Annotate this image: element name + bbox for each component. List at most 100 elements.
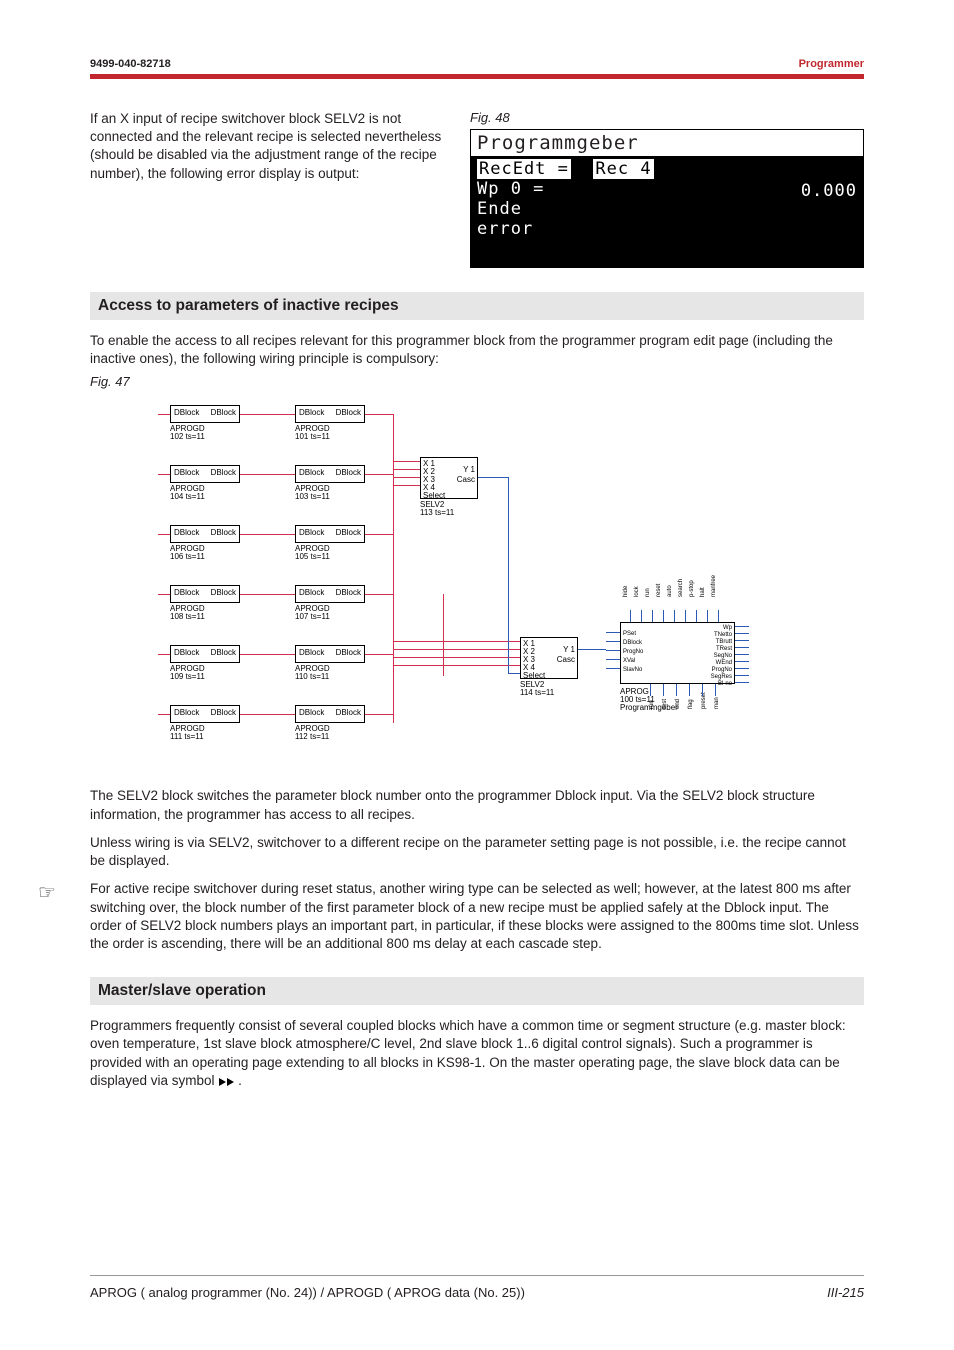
aprogd-block: DBlockDBlock: [170, 585, 240, 603]
aprogd-block: DBlockDBlock: [170, 645, 240, 663]
sec1-after2: Unless wiring is via SELV2, switchover t…: [90, 834, 864, 870]
wire: [606, 659, 620, 660]
wire: [508, 477, 509, 673]
wire: [393, 485, 420, 486]
doc-id: 9499-040-82718: [90, 58, 171, 70]
wire: [365, 534, 393, 535]
device-display: Programmgeber RecEdt = Rec 4 Wp 0 = 0.00…: [470, 129, 864, 268]
wire: [696, 610, 697, 622]
wire: [365, 594, 393, 595]
wire: [735, 654, 749, 655]
wire: [715, 684, 716, 696]
wire: [685, 610, 686, 622]
wire: [158, 714, 170, 715]
wire: [240, 594, 295, 595]
aprog-label: APROG100 ts=11Programmgeber: [620, 688, 678, 712]
play-icon-2: [227, 1078, 234, 1086]
section-heading-2: Master/slave operation: [90, 977, 864, 1005]
wire: [718, 610, 719, 622]
sec2-para-text: Programmers frequently consist of severa…: [90, 1018, 846, 1088]
selv2-block-1: X 1X 2X 3X 4SelectY 1Casc: [420, 457, 478, 499]
wire: [240, 534, 295, 535]
device-value: 0.000: [801, 181, 857, 201]
wire: [641, 610, 642, 622]
aprogd-block: DBlockDBlock: [295, 705, 365, 723]
block-label: APROGD111 ts=11: [170, 725, 205, 741]
wire: [393, 477, 420, 478]
wire: [663, 684, 664, 696]
wire: [365, 654, 393, 655]
aprog-block: PSetDBlockProgNoXValSlavNoWpTNettoTBrutt…: [620, 622, 735, 684]
sec1-intro-para: To enable the access to all recipes rele…: [90, 332, 864, 368]
wire: [393, 469, 420, 470]
wire: [365, 414, 393, 415]
block-label: APROGD112 ts=11: [295, 725, 330, 741]
wire: [735, 682, 749, 683]
wire: [393, 641, 520, 642]
device-sel-right: Rec 4: [593, 159, 653, 179]
aprogd-block: DBlockDBlock: [295, 525, 365, 543]
aprogd-block: DBlockDBlock: [295, 465, 365, 483]
wire: [158, 534, 170, 535]
device-title: Programmgeber: [471, 130, 863, 157]
block-label: APROGD106 ts=11: [170, 545, 205, 561]
wiring-diagram: DBlockDBlock DBlockDBlock APROGD102 ts=11 A…: [150, 397, 790, 777]
footer-page: III-215: [827, 1285, 864, 1300]
wire: [158, 414, 170, 415]
fig47-caption: Fig. 47: [90, 374, 142, 389]
wire: [650, 684, 651, 696]
wire: [240, 414, 295, 415]
wire: [365, 474, 393, 475]
play-icon: [219, 1078, 226, 1086]
header-rule: [90, 74, 864, 79]
device-body: RecEdt = Rec 4 Wp 0 = 0.000 Ende error: [471, 157, 863, 267]
device-line3: Ende: [477, 199, 857, 219]
block-label: APROGD105 ts=11: [295, 545, 330, 561]
wire: [478, 477, 508, 478]
wire: [674, 610, 675, 622]
wire: [158, 654, 170, 655]
wire: [689, 684, 690, 696]
wire: [393, 594, 394, 723]
wire: [702, 684, 703, 696]
wire: [158, 594, 170, 595]
block-label: APROGD109 ts=11: [170, 665, 205, 681]
wire: [393, 414, 394, 594]
wire: [508, 673, 520, 674]
wire: [443, 594, 444, 676]
section-name: Programmer: [799, 58, 864, 70]
wire: [240, 654, 295, 655]
wire: [676, 684, 677, 696]
wire: [606, 641, 620, 642]
wire: [652, 610, 653, 622]
block-label: APROGD102 ts=11: [170, 425, 205, 441]
wire: [365, 714, 393, 715]
wire: [735, 626, 749, 627]
block-label: APROGD101 ts=11: [295, 425, 330, 441]
intro-paragraph: If an X input of recipe switchover block…: [90, 110, 450, 183]
aprogd-block: DBlockDBlock: [170, 465, 240, 483]
selv2-block-2: X 1X 2X 3X 4SelectY 1Casc: [520, 637, 578, 679]
wire: [393, 461, 420, 462]
note-icon: ☞: [38, 880, 56, 905]
footer-left: APROG ( analog programmer (No. 24)) / AP…: [90, 1285, 525, 1300]
block-label: APROGD107 ts=11: [295, 605, 330, 621]
wire: [630, 610, 631, 622]
wire: [578, 649, 606, 650]
wire: [606, 650, 620, 651]
block-label: SELV2113 ts=11: [420, 501, 454, 517]
block-label: APROGD110 ts=11: [295, 665, 330, 681]
wire: [707, 610, 708, 622]
wire: [735, 668, 749, 669]
wire: [735, 675, 749, 676]
wire: [158, 474, 170, 475]
wire: [663, 610, 664, 622]
aprogd-block: DBlockDBlock: [170, 405, 240, 423]
wire: [735, 647, 749, 648]
section-heading-1: Access to parameters of inactive recipes: [90, 292, 864, 320]
sec2-para: Programmers frequently consist of severa…: [90, 1017, 864, 1090]
wire: [606, 632, 620, 633]
block-label: SELV2114 ts=11: [520, 681, 554, 697]
aprogd-block: DBlockDBlock: [170, 525, 240, 543]
wire: [606, 668, 620, 669]
